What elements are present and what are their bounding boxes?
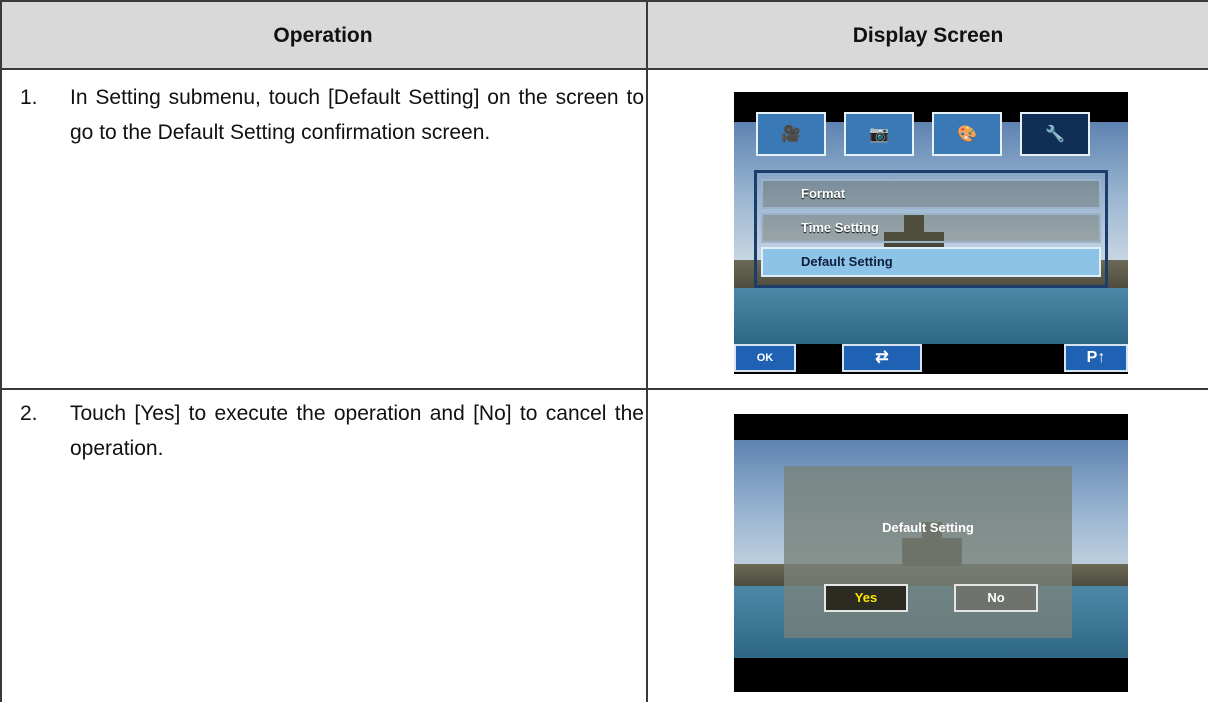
settings-menu-screenshot: 🎥 📷 🎨 🔧 Format Time Setting Default Sett… bbox=[734, 92, 1128, 374]
tab-photo[interactable]: 📷 bbox=[844, 112, 914, 156]
tab-settings[interactable]: 🔧 bbox=[1020, 112, 1090, 156]
ok-button[interactable]: OK bbox=[734, 344, 796, 372]
settings-submenu: Format Time Setting Default Setting bbox=[754, 170, 1108, 288]
table-header: Operation Display Screen bbox=[0, 0, 1208, 70]
header-operation: Operation bbox=[273, 24, 373, 47]
dialog-title: Default Setting bbox=[882, 520, 974, 535]
no-button[interactable]: No bbox=[954, 584, 1038, 612]
step-text: Touch [Yes] to execute the operation and… bbox=[70, 402, 644, 460]
tab-effects[interactable]: 🎨 bbox=[932, 112, 1002, 156]
menu-item-format[interactable]: Format bbox=[761, 179, 1101, 209]
camcorder-icon: 🎥 bbox=[781, 126, 801, 143]
header-display-screen: Display Screen bbox=[852, 24, 1004, 47]
palette-icon: 🎨 bbox=[957, 126, 977, 143]
step-number: 2. bbox=[20, 402, 38, 425]
settings-tools-icon: 🔧 bbox=[1045, 126, 1065, 143]
table-column-divider bbox=[646, 70, 648, 702]
menu-item-time-setting[interactable]: Time Setting bbox=[761, 213, 1101, 243]
back-button[interactable]: ⇄ bbox=[842, 344, 922, 372]
instruction-table: Operation Display Screen 1. In Setting s… bbox=[0, 0, 1208, 702]
step-number: 1. bbox=[20, 86, 38, 109]
page-up-button[interactable]: P↑ bbox=[1064, 344, 1128, 372]
camera-icon: 📷 bbox=[869, 126, 889, 143]
return-arrow-icon: ⇄ bbox=[875, 349, 889, 366]
menu-item-default-setting[interactable]: Default Setting bbox=[761, 247, 1101, 277]
default-setting-confirmation-screenshot: Default Setting Yes No bbox=[734, 414, 1128, 692]
step-text: In Setting submenu, touch [Default Setti… bbox=[70, 86, 644, 144]
confirmation-dialog: Default Setting bbox=[784, 466, 1072, 638]
tab-video[interactable]: 🎥 bbox=[756, 112, 826, 156]
yes-button[interactable]: Yes bbox=[824, 584, 908, 612]
table-row-divider bbox=[0, 388, 1208, 390]
table-left-border bbox=[0, 0, 2, 702]
